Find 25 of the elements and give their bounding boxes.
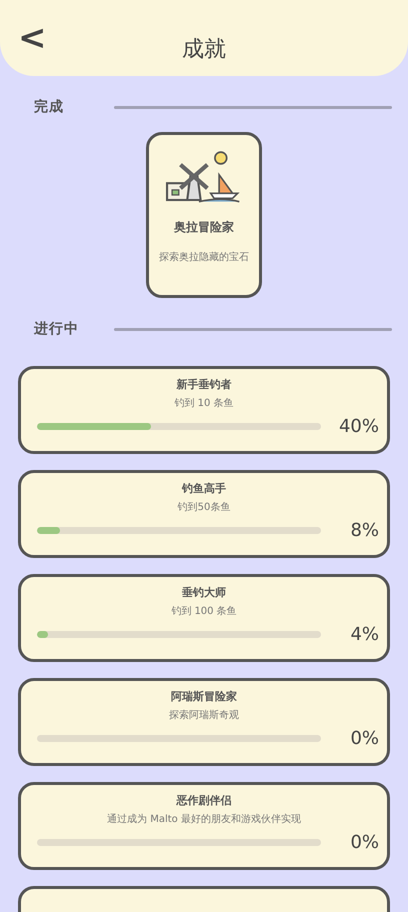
section-heading: 进行中 [34, 320, 80, 338]
achievement-title: 新手垂钓者 [176, 377, 232, 392]
progress-percent: 0% [349, 832, 379, 853]
progress-percent: 0% [349, 728, 379, 749]
back-button[interactable]: < [12, 18, 52, 58]
achievement-card[interactable]: 新手垂钓者 钓到 10 条鱼 40% [18, 366, 390, 454]
achievement-card[interactable]: 垂钓大师 钓到 100 条鱼 4% [18, 574, 390, 662]
achievement-title: 奥拉冒险家 [174, 219, 234, 236]
achievement-description: 钓到50条鱼 [178, 501, 230, 514]
section-heading: 完成 [34, 98, 65, 116]
achievement-description: 钓到 100 条鱼 [171, 605, 237, 618]
achievement-description: 钓到 10 条鱼 [174, 397, 234, 410]
page-title: 成就 [182, 36, 226, 64]
achievement-title: 阿瑞斯冒险家 [171, 689, 237, 704]
achievement-card[interactable]: 钓鱼高手 钓到50条鱼 8% [18, 470, 390, 558]
achievement-title: 恶作剧伴侣 [176, 793, 232, 808]
achievement-description: 通过成为 Malto 最好的朋友和游戏伙伴实现 [107, 812, 301, 826]
achievement-description: 探索阿瑞斯奇观 [169, 708, 239, 722]
achievement-description: 探索奥拉隐藏的宝石 [159, 250, 249, 264]
achievement-card[interactable]: 奥拉冒险家 探索奥拉隐藏的宝石 [146, 132, 262, 298]
progress-percent: 4% [349, 624, 379, 645]
achievement-title: 钓鱼高手 [182, 481, 226, 496]
progress-percent: 8% [349, 520, 379, 541]
achievement-title: 垂钓大师 [182, 585, 226, 600]
progress-percent: 40% [338, 416, 379, 437]
